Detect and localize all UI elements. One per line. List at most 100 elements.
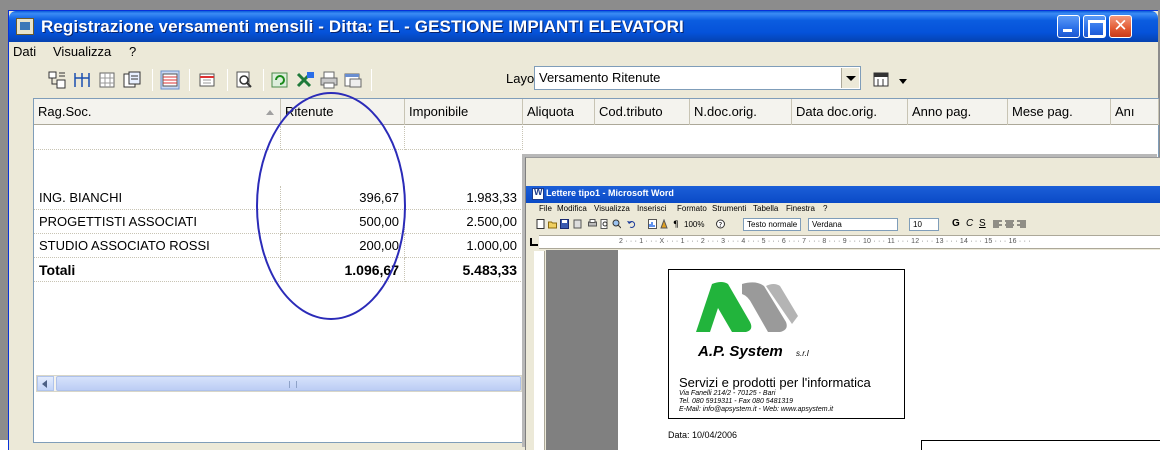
cell-ragsoc: STUDIO ASSOCIATO ROSSI <box>34 234 281 258</box>
font-select[interactable]: Verdana <box>808 218 898 231</box>
word-icon <box>532 187 544 200</box>
toolbar: Layout: Versamento Ritenute <box>9 62 1158 97</box>
save-icon[interactable] <box>560 219 569 229</box>
form-icon[interactable] <box>197 70 217 90</box>
window-icon[interactable] <box>343 70 363 90</box>
underline-button[interactable]: S <box>979 218 986 229</box>
word-toolbar: ¶ 100% ? Testo normale Verdana 10 G C S <box>526 216 1160 233</box>
brand-srl: s.r.l <box>796 349 809 358</box>
word-menu-tabella[interactable]: Tabella <box>753 204 778 213</box>
cell-imponibile: 2.500,00 <box>405 210 523 234</box>
cell-ragsoc: ING. BIANCHI <box>34 186 281 210</box>
close-button[interactable]: ✕ <box>1109 15 1132 38</box>
grid-icon[interactable] <box>97 70 117 90</box>
open-folder-icon[interactable] <box>548 219 557 229</box>
word-title-bar[interactable]: Lettere tipo1 - Microsoft Word <box>526 186 1160 203</box>
columns-icon[interactable] <box>72 70 92 90</box>
word-title: Lettere tipo1 - Microsoft Word <box>546 188 674 198</box>
print-preview-icon[interactable] <box>600 219 609 229</box>
help-icon[interactable]: ? <box>716 219 725 229</box>
italic-button[interactable]: C <box>966 218 973 229</box>
tree-icon[interactable] <box>47 70 67 90</box>
column-header-annopag[interactable]: Anno pag. <box>908 99 1008 125</box>
bold-button[interactable]: G <box>952 218 960 229</box>
total-label: Totali <box>34 258 281 282</box>
close-icon: ✕ <box>1113 16 1128 36</box>
cell-imponibile <box>405 126 523 150</box>
word-menu-modifica[interactable]: Modifica <box>557 204 587 213</box>
layout-settings-icon[interactable] <box>872 70 892 90</box>
minimize-button[interactable] <box>1057 15 1080 38</box>
column-header-ragsoc[interactable]: Rag.Soc. <box>34 99 281 125</box>
column-header-aliquota[interactable]: Aliquota <box>523 99 595 125</box>
word-menu-formato[interactable]: Formato <box>677 204 707 213</box>
print-icon[interactable] <box>588 219 597 229</box>
word-menu-help[interactable]: ? <box>823 204 827 213</box>
dropdown-arrow-icon[interactable] <box>897 70 909 90</box>
column-header-anno[interactable]: Anı <box>1111 99 1159 125</box>
refresh-icon[interactable] <box>270 70 290 90</box>
column-header-mesepag[interactable]: Mese pag. <box>1008 99 1111 125</box>
word-menu-strumenti[interactable]: Strumenti <box>712 204 746 213</box>
column-header-ndocorig[interactable]: N.doc.orig. <box>690 99 792 125</box>
align-right-icon[interactable] <box>1017 219 1026 229</box>
scroll-thumb[interactable] <box>56 376 521 391</box>
window-title: Registrazione versamenti mensili - Ditta… <box>41 17 684 36</box>
grip-icon <box>289 381 297 388</box>
toolbar-separator <box>371 69 372 91</box>
vertical-ruler[interactable] <box>534 251 545 450</box>
research-icon[interactable] <box>612 219 621 229</box>
cell-imponibile: 1.000,00 <box>405 234 523 258</box>
column-header-imponibile[interactable]: Imponibile <box>405 99 523 125</box>
excel-icon[interactable] <box>295 70 315 90</box>
undo-icon[interactable] <box>627 219 636 229</box>
tab-selector-icon[interactable] <box>530 238 538 246</box>
insert-chart-icon[interactable] <box>648 219 657 229</box>
zoom-value[interactable]: 100% <box>684 220 704 229</box>
word-menu-inserisci[interactable]: Inserisci <box>637 204 666 213</box>
toolbar-separator <box>189 69 190 91</box>
toolbar-separator <box>263 69 264 91</box>
font-size-select[interactable]: 10 <box>909 218 939 231</box>
chevron-down-icon[interactable] <box>841 68 859 88</box>
column-header-codtributo[interactable]: Cod.tributo <box>595 99 690 125</box>
page-margin-area <box>546 250 618 450</box>
align-center-icon[interactable] <box>1005 219 1014 229</box>
highlight-icon[interactable] <box>160 70 180 90</box>
word-menu-file[interactable]: File <box>539 204 552 213</box>
menu-bar: Dati Visualizza ? <box>9 42 1158 62</box>
company-phone: Tel. 080 5919311 - Fax 080 5481319 <box>679 398 794 405</box>
menu-help[interactable]: ? <box>129 44 136 59</box>
layout-select[interactable]: Versamento Ritenute <box>534 66 861 90</box>
brand-name: A.P. System <box>698 343 783 360</box>
horizontal-ruler[interactable]: 2 · · · 1 · · · X · · · 1 · · · 2 · · · … <box>539 235 1160 249</box>
permission-icon[interactable] <box>573 219 582 229</box>
ap-system-logo <box>696 282 798 332</box>
word-window: Lettere tipo1 - Microsoft Word File Modi… <box>525 157 1160 450</box>
scroll-left-icon[interactable] <box>37 376 54 391</box>
company-tagline: Servizi e prodotti per l'informatica <box>679 375 871 390</box>
horizontal-scrollbar[interactable] <box>36 375 522 392</box>
export-icon[interactable] <box>122 70 142 90</box>
style-select[interactable]: Testo normale <box>743 218 801 231</box>
menu-visualizza[interactable]: Visualizza <box>53 44 111 59</box>
highlight-ellipse <box>256 92 406 320</box>
paragraph-marks-icon[interactable]: ¶ <box>672 219 681 229</box>
print-icon[interactable] <box>319 70 339 90</box>
drawing-icon[interactable] <box>660 219 669 229</box>
letterhead-box: A.P. System s.r.l Servizi e prodotti per… <box>668 269 905 419</box>
new-document-icon[interactable] <box>536 219 545 229</box>
toolbar-separator <box>152 69 153 91</box>
word-menu-visualizza[interactable]: Visualizza <box>594 204 630 213</box>
column-header-datadocorig[interactable]: Data doc.orig. <box>792 99 908 125</box>
maximize-button[interactable] <box>1083 15 1106 38</box>
cell-ragsoc <box>34 126 281 150</box>
preview-icon[interactable] <box>234 70 254 90</box>
word-menu-finestra[interactable]: Finestra <box>786 204 815 213</box>
document-page[interactable]: A.P. System s.r.l Servizi e prodotti per… <box>618 250 1160 450</box>
recipient-box <box>921 440 1160 450</box>
menu-dati[interactable]: Dati <box>13 44 36 59</box>
title-bar[interactable]: Registrazione versamenti mensili - Ditta… <box>9 11 1158 42</box>
align-left-icon[interactable] <box>993 219 1002 229</box>
sort-arrow-icon <box>266 110 274 115</box>
